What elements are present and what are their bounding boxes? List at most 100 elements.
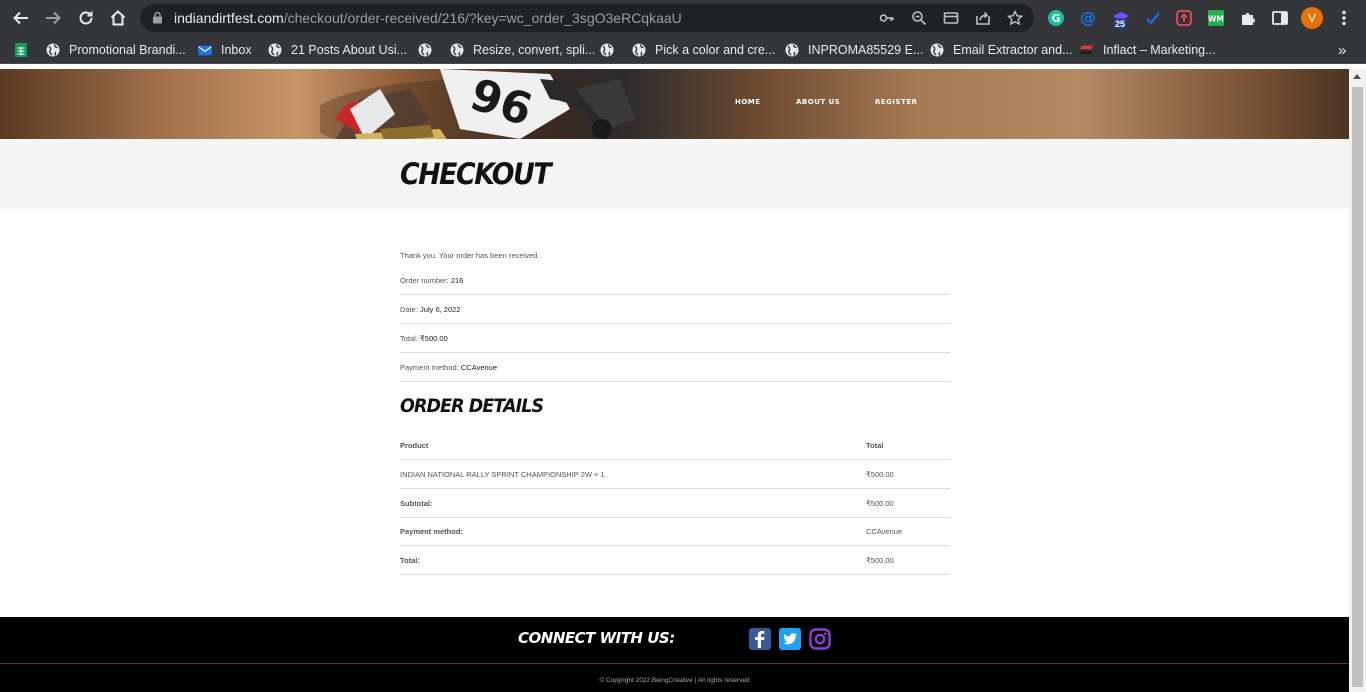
column-header-total: Total: [866, 441, 884, 450]
side-panel-button[interactable]: [1269, 7, 1291, 29]
bookmarks-bar: Promotional Brandi... Inbox 21 Posts Abo…: [0, 36, 1366, 64]
dirt-bike-rider-image: 96: [320, 69, 640, 139]
home-button[interactable]: [106, 6, 130, 30]
upload-icon: [1176, 10, 1192, 26]
bookmark-9[interactable]: Email Extractor and...: [930, 41, 1073, 59]
checkmark-icon: [1146, 12, 1160, 25]
total-label: Total:: [400, 556, 420, 565]
nav-register[interactable]: REGISTER: [875, 98, 918, 106]
share-button[interactable]: [974, 9, 992, 27]
check-extension[interactable]: [1142, 7, 1164, 29]
table-row-product: INDIAN NATIONAL RALLY SPRINT CHAMPIONSHI…: [400, 460, 950, 489]
payment-method-label: Payment method:: [400, 363, 459, 372]
table-row-payment: Payment method: CCAvenue: [400, 517, 950, 546]
forward-button[interactable]: [41, 6, 65, 30]
page-scrollbar[interactable]: [1349, 69, 1366, 692]
bookmark-label: INPROMA85529 E...: [808, 43, 924, 57]
bookmark-label: Inbox: [221, 43, 252, 57]
wm-extension[interactable]: WM: [1205, 7, 1227, 29]
back-button[interactable]: [9, 6, 33, 30]
svg-text:G: G: [1051, 12, 1060, 25]
share-icon: [976, 11, 990, 25]
reload-icon: [79, 11, 93, 25]
grammarly-extension[interactable]: G: [1045, 7, 1067, 29]
order-date-value: July 6, 2022: [420, 305, 461, 314]
scroll-up-arrow[interactable]: [1353, 74, 1361, 79]
bookmark-star-button[interactable]: [1006, 9, 1024, 27]
lock-icon: [153, 11, 162, 24]
profile-avatar[interactable]: V: [1301, 7, 1323, 29]
subtotal-value: ₹500.00: [866, 499, 894, 508]
table-header-row: Product Total: [400, 431, 950, 460]
at-sign-icon: @: [1080, 9, 1096, 27]
table-row-subtotal: Subtotal: ₹500.00: [400, 489, 950, 518]
globe-icon: [930, 43, 944, 57]
url-host: indiandirtfest.com: [174, 10, 284, 26]
password-key-button[interactable]: [878, 9, 896, 27]
more-vertical-icon: [1342, 10, 1346, 26]
bookmark-label: Email Extractor and...: [953, 43, 1073, 57]
column-header-product: Product: [400, 441, 429, 450]
payment-label: Payment method:: [400, 527, 463, 536]
bookmark-7[interactable]: Pick a color and cre...: [632, 41, 775, 59]
twitter-icon[interactable]: [779, 628, 801, 650]
bookmark-1[interactable]: Promotional Brandi...: [46, 41, 186, 59]
nav-about-us[interactable]: ABOUT US: [796, 98, 840, 106]
bookmark-5[interactable]: Resize, convert, spli...: [450, 41, 595, 59]
zoom-button[interactable]: [910, 9, 928, 27]
reading-mode-button[interactable]: [942, 9, 960, 27]
instagram-icon[interactable]: [809, 628, 831, 650]
page-title: CHECKOUT: [400, 157, 552, 191]
card-icon: [943, 12, 959, 24]
bookmark-label: Resize, convert, spli...: [473, 43, 596, 57]
star-icon: [1007, 10, 1023, 26]
chrome-menu-button[interactable]: [1333, 7, 1355, 29]
order-total-value: ₹500.00: [420, 334, 448, 343]
url-path: /checkout/order-received/216/?key=wc_ord…: [283, 10, 682, 26]
order-number-label: Order number:: [400, 276, 449, 285]
bookmark-label: Pick a color and cre...: [655, 43, 776, 57]
extensions-menu-button[interactable]: [1237, 7, 1259, 29]
bookmark-6[interactable]: [600, 41, 623, 59]
order-details-title: ORDER DETAILS: [400, 395, 544, 417]
scroll-thumb[interactable]: [1352, 87, 1363, 687]
globe-icon: [268, 43, 282, 57]
more-bookmarks-button[interactable]: »: [1338, 41, 1346, 59]
payment-value: CCAvenue: [866, 527, 903, 536]
bookmark-3[interactable]: 21 Posts About Usi...: [268, 41, 407, 59]
email-extension[interactable]: @: [1077, 7, 1099, 29]
order-number-value: 216: [450, 276, 464, 285]
nav-home[interactable]: HOME: [735, 98, 761, 106]
globe-icon: [785, 43, 799, 57]
product-name-link[interactable]: INDIAN NATIONAL RALLY SPRINT CHAMPIONSHI…: [400, 470, 605, 479]
order-total-label: Total:: [400, 334, 418, 343]
bookmark-label: Inflact – Marketing...: [1103, 43, 1216, 57]
bookmark-sheets[interactable]: [14, 41, 37, 59]
upload-extension[interactable]: [1173, 7, 1195, 29]
order-total-row: Total: ₹500.00: [400, 324, 950, 353]
bookmark-2[interactable]: Inbox: [198, 41, 252, 59]
browser-toolbar: indiandirtfest.com/checkout/order-receiv…: [0, 0, 1366, 36]
facebook-icon[interactable]: [749, 628, 771, 650]
home-icon: [110, 10, 126, 26]
mail-icon: [198, 43, 212, 57]
puzzle-icon: [1242, 13, 1255, 25]
globe-icon: [46, 43, 60, 57]
side-panel-icon: [1272, 11, 1288, 25]
svg-text:@: @: [1080, 9, 1096, 27]
bookmark-10[interactable]: Inflact – Marketing...: [1080, 41, 1216, 59]
svg-text:WM: WM: [1208, 15, 1224, 24]
order-received-notice: Thank you. Your order has been received.: [400, 251, 540, 260]
page-viewport: 96 HOME ABOUT US REGISTER CHECKOUT Thank…: [0, 69, 1349, 692]
globe-icon: [632, 43, 646, 57]
order-date-label: Date:: [400, 305, 418, 314]
subtotal-label: Subtotal:: [400, 499, 433, 508]
bookmark-label: Promotional Brandi...: [69, 43, 186, 57]
arrow-left-icon: [13, 11, 28, 25]
address-bar[interactable]: indiandirtfest.com/checkout/order-receiv…: [140, 4, 1034, 32]
wm-icon: WM: [1208, 10, 1224, 26]
reload-button[interactable]: [74, 6, 98, 30]
table-row-total: Total: ₹500.00: [400, 546, 950, 575]
bookmark-8[interactable]: INPROMA85529 E...: [785, 41, 923, 59]
bookmark-4[interactable]: [418, 41, 441, 59]
